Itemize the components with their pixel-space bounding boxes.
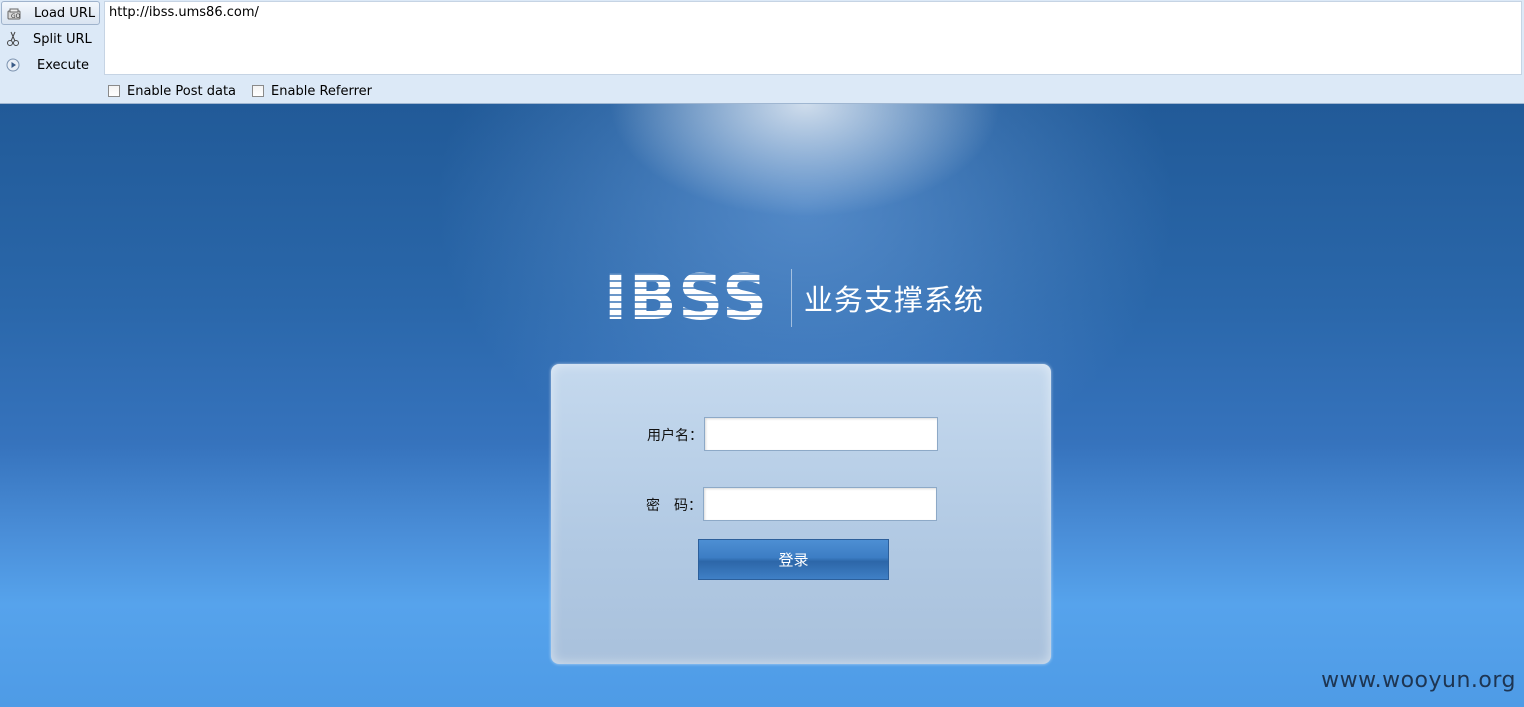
execute-label: Execute: [37, 57, 89, 73]
username-label: 用户名：: [647, 428, 703, 444]
password-label: 密 码：: [646, 498, 702, 514]
enable-post-data-label: Enable Post data: [127, 83, 237, 99]
execute-icon: [5, 57, 21, 73]
hackbar-button-column: GO Load URL Split URL Execute: [0, 0, 104, 78]
watermark: www.wooyun.org: [1321, 668, 1516, 693]
password-input[interactable]: [703, 487, 937, 521]
checkbox-box[interactable]: [108, 85, 120, 97]
login-page: IBSS 业务支撑系统 用户名： 密 码： 登录 www.wooyun.org: [0, 104, 1524, 707]
load-url-button[interactable]: GO Load URL: [1, 1, 100, 25]
load-url-icon: GO: [6, 6, 22, 22]
checkbox-box[interactable]: [252, 85, 265, 97]
split-url-icon: [5, 31, 21, 47]
ibss-logo: IBSS 业务支撑系统: [604, 261, 984, 334]
hackbar-toolbar: GO Load URL Split URL Execute http://ibs…: [0, 0, 1524, 104]
logo-subtitle: 业务支撑系统: [803, 283, 984, 317]
url-textarea[interactable]: http://ibss.ums86.com/: [104, 1, 1522, 75]
username-input[interactable]: [704, 417, 938, 451]
hackbar-options: Enable Post data Enable Referrer: [108, 82, 388, 100]
execute-button[interactable]: Execute: [1, 53, 100, 77]
logo-name: IBSS: [604, 261, 769, 334]
load-url-label: Load URL: [34, 5, 96, 21]
enable-post-data-checkbox[interactable]: Enable Post data: [108, 84, 236, 99]
logo-divider: [790, 269, 792, 327]
enable-referrer-label: Enable Referrer: [271, 83, 372, 99]
login-panel: 用户名： 密 码： 登录: [551, 364, 1051, 664]
svg-text:GO: GO: [11, 13, 21, 20]
split-url-label: Split URL: [33, 31, 92, 47]
split-url-button[interactable]: Split URL: [1, 27, 100, 51]
login-button[interactable]: 登录: [698, 539, 889, 580]
enable-referrer-checkbox[interactable]: Enable Referrer: [252, 84, 372, 99]
